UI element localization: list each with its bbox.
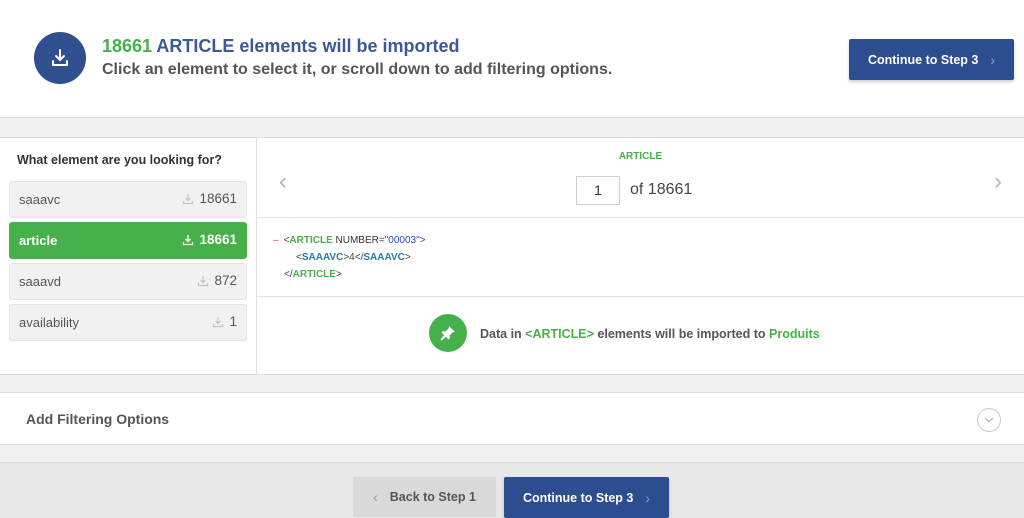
element-count-value: 18661	[199, 232, 237, 247]
xml-child-close-tag: SAAAVC	[363, 252, 405, 263]
back-step1-button[interactable]: ‹ Back to Step 1	[353, 477, 496, 517]
element-count: 872	[197, 273, 237, 288]
record-number-input[interactable]: 1	[576, 176, 620, 205]
record-navigation: ARTICLE ‹ 1 of 18661 ›	[257, 138, 1024, 218]
import-target-name: Produits	[769, 327, 820, 341]
filtering-title: Add Filtering Options	[26, 411, 170, 427]
element-count: 18661	[182, 191, 237, 206]
element-count-value: 18661	[199, 191, 237, 206]
header-card: 18661 ARTICLE elements will be imported …	[0, 0, 1024, 118]
element-count: 18661	[182, 232, 237, 247]
continue-step3-button-top[interactable]: Continue to Step 3 ›	[849, 39, 1014, 80]
element-preview: ARTICLE ‹ 1 of 18661 › – <ARTICLE NUMBER=…	[257, 138, 1024, 374]
xml-attr-name: NUMBER	[335, 235, 379, 246]
element-name: availability	[19, 315, 79, 330]
footer-navigation: ‹ Back to Step 1 Continue to Step 3 ›	[0, 462, 1024, 518]
download-icon	[183, 193, 194, 204]
chevron-right-icon: ›	[645, 489, 651, 506]
element-item-saaavc[interactable]: saaavc 18661	[9, 181, 247, 218]
filtering-options-section[interactable]: Add Filtering Options	[0, 392, 1024, 445]
element-count: 1	[212, 314, 237, 329]
element-list-sidebar: What element are you looking for? saaavc…	[0, 138, 257, 374]
element-item-availability[interactable]: availability 1	[9, 304, 247, 341]
import-count: 18661	[102, 36, 153, 56]
next-record-button[interactable]: ›	[994, 168, 1002, 196]
import-text-mid: elements will be imported to	[597, 327, 766, 341]
download-icon	[34, 32, 86, 84]
element-name: saaavd	[19, 274, 61, 289]
element-item-saaavd[interactable]: saaavd 872	[9, 263, 247, 300]
import-text-tag: <ARTICLE>	[525, 327, 594, 341]
pin-icon	[429, 314, 467, 352]
xml-open-line: – <ARTICLE NUMBER="00003">	[273, 235, 426, 246]
download-icon	[213, 316, 224, 327]
element-name: article	[19, 233, 58, 248]
xml-attr-value: "00003"	[384, 235, 420, 246]
chevron-down-icon[interactable]	[977, 408, 1001, 432]
import-text-pre: Data in	[480, 327, 522, 341]
back-label: Back to Step 1	[389, 490, 476, 504]
continue-label: Continue to Step 3	[522, 490, 634, 505]
element-question: What element are you looking for?	[17, 153, 222, 167]
import-target-text: Data in <ARTICLE> elements will be impor…	[480, 327, 820, 341]
element-tag-label: ARTICLE	[618, 151, 663, 162]
continue-label: Continue to Step 3	[867, 52, 979, 67]
headline-text: ARTICLE elements will be imported	[156, 36, 460, 56]
element-name: saaavc	[19, 192, 61, 207]
element-count-value: 872	[214, 273, 237, 288]
record-total: of 18661	[630, 181, 693, 198]
xml-child-line: <SAAAVC>4</SAAAVC>	[296, 252, 411, 263]
xml-preview: – <ARTICLE NUMBER="00003"> <SAAAVC>4</SAA…	[257, 218, 1024, 297]
xml-child-tag: SAAAVC	[301, 252, 344, 263]
xml-open-tag: ARTICLE	[289, 235, 333, 246]
chevron-left-icon: ‹	[373, 489, 378, 505]
download-icon	[183, 234, 194, 245]
import-target-row: Data in <ARTICLE> elements will be impor…	[257, 297, 1024, 374]
element-selection-panel: What element are you looking for? saaavc…	[0, 137, 1024, 375]
element-item-article[interactable]: article 18661	[9, 222, 247, 259]
xml-close-tag: ARTICLE	[292, 269, 336, 280]
xml-close-line: </ARTICLE>	[284, 269, 342, 280]
import-headline: 18661 ARTICLE elements will be imported	[102, 36, 459, 57]
element-count-value: 1	[229, 314, 237, 329]
chevron-right-icon: ›	[990, 51, 996, 68]
instructions-text: Click an element to select it, or scroll…	[102, 61, 613, 78]
collapse-toggle[interactable]: –	[273, 235, 279, 246]
download-icon	[198, 275, 209, 286]
continue-step3-button-bottom[interactable]: Continue to Step 3 ›	[504, 477, 669, 518]
previous-record-button[interactable]: ‹	[279, 168, 287, 196]
